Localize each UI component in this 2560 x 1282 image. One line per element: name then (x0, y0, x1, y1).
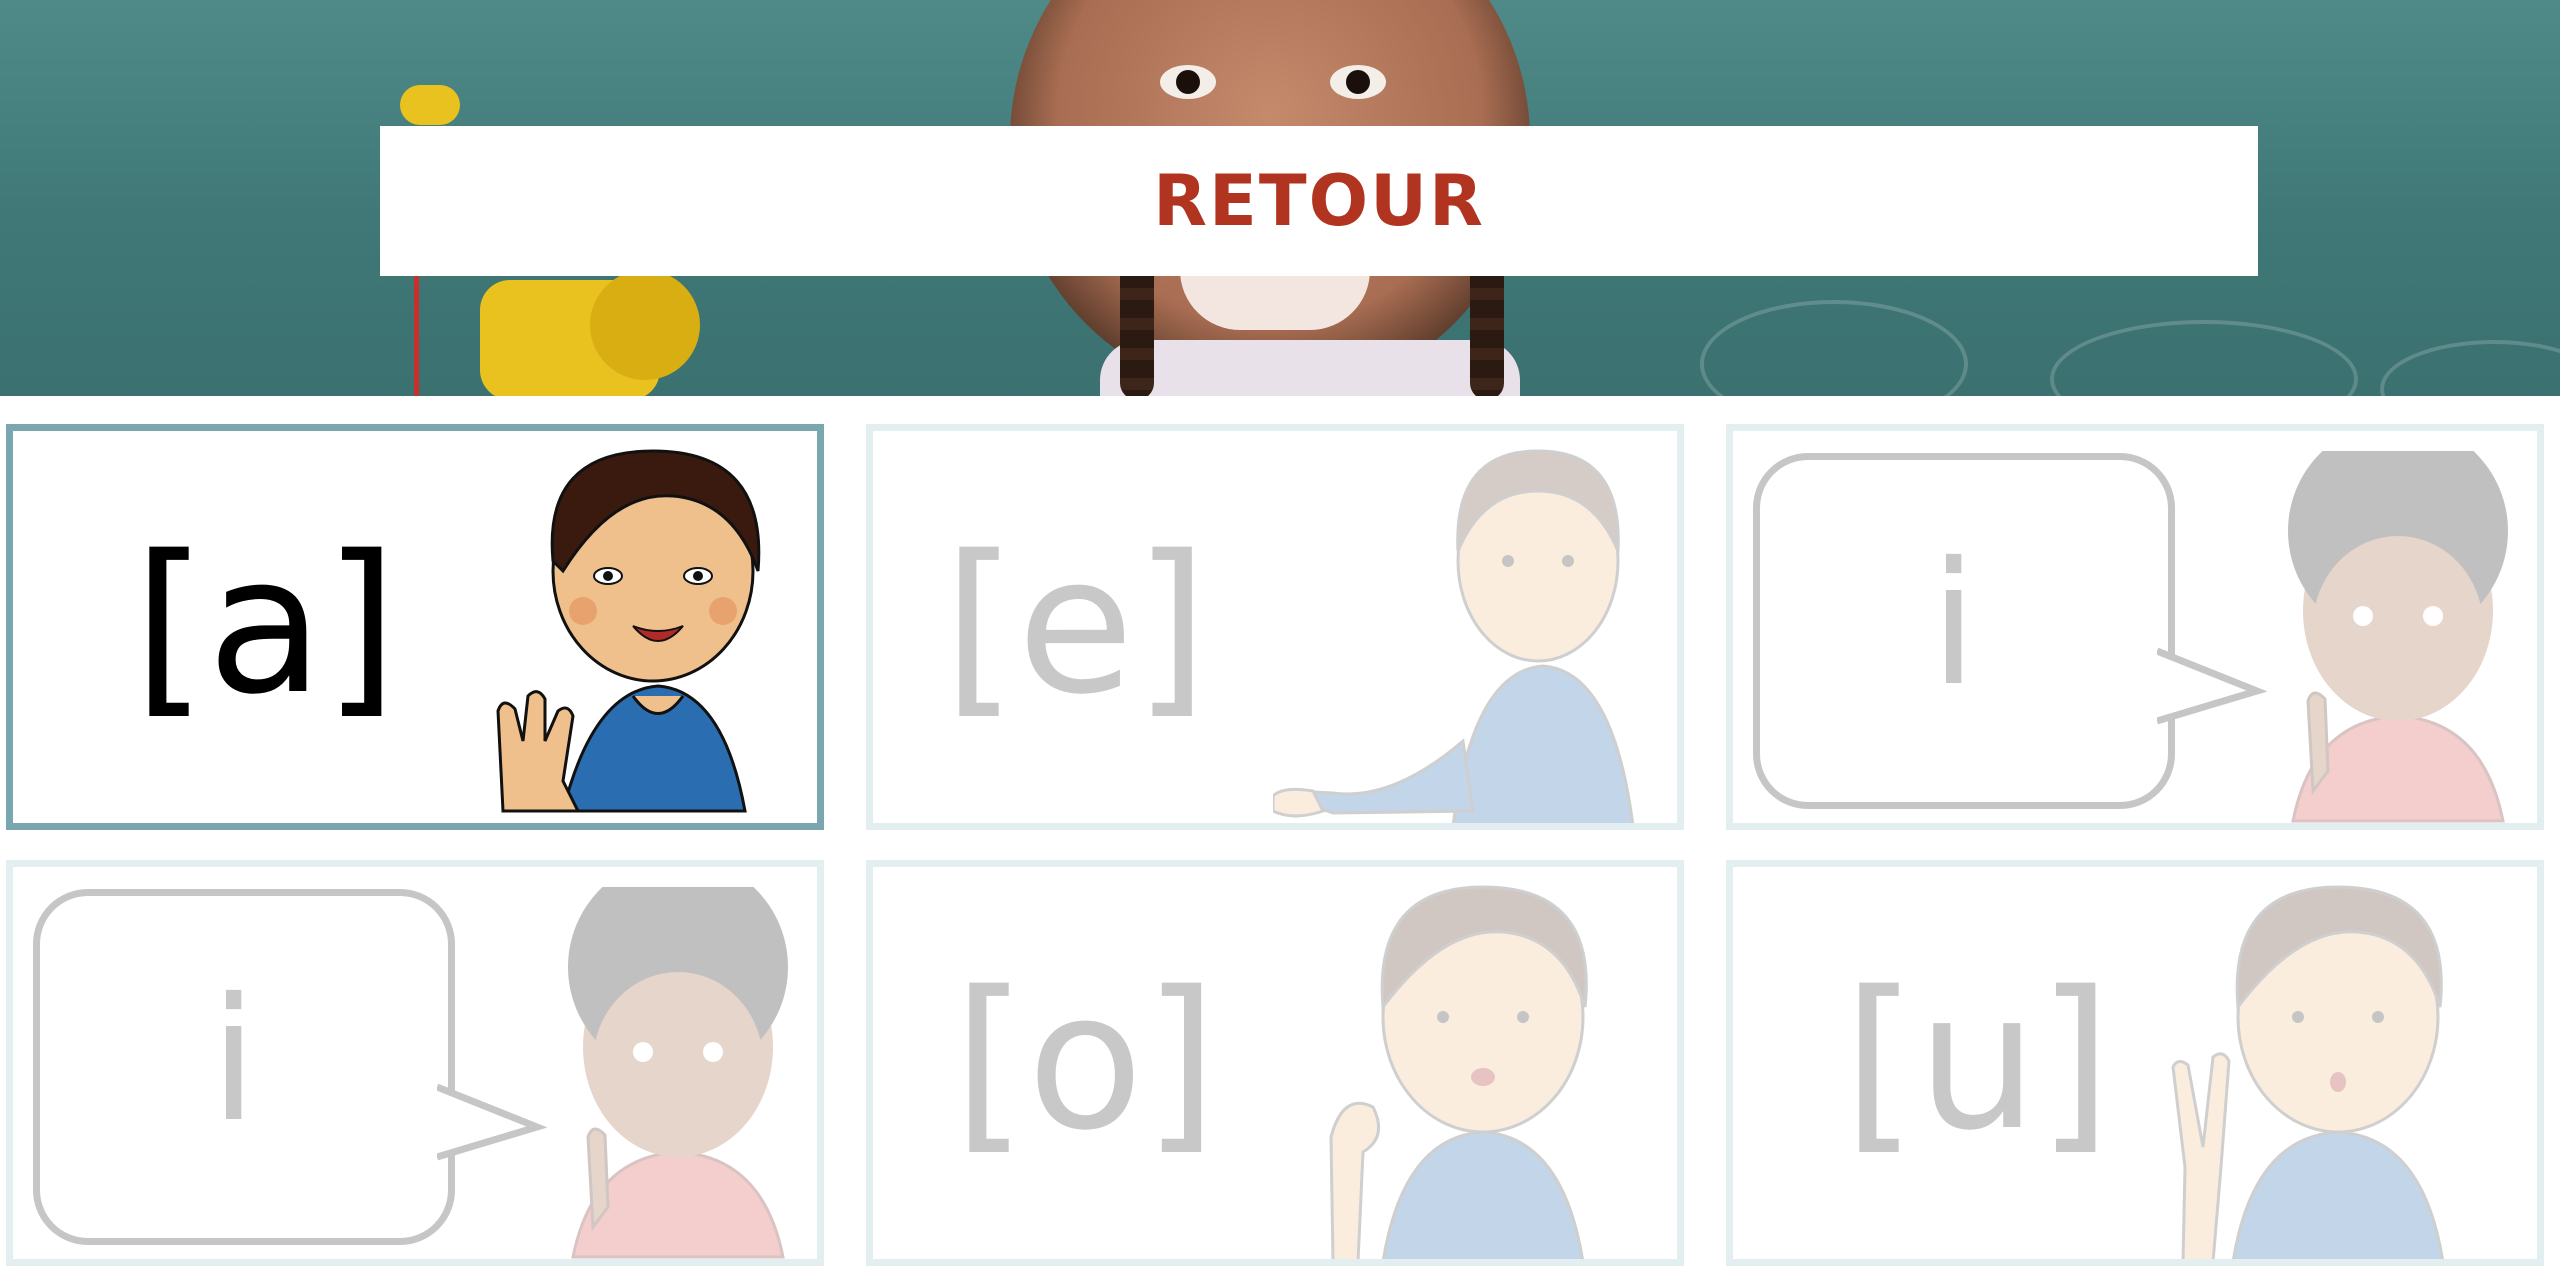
phoneme-label: [u] (1843, 951, 2112, 1172)
phoneme-card-o[interactable]: [o] (866, 860, 1684, 1266)
phoneme-label: i (1930, 526, 1978, 724)
child-mouth (1180, 270, 1370, 330)
toy-string (414, 270, 419, 396)
boy-open-hand-figure (496, 449, 761, 813)
phoneme-label: [o] (953, 951, 1218, 1172)
toy-part (590, 270, 700, 380)
child-collar (1100, 340, 1520, 396)
speech-bubble-tail (2157, 647, 2267, 725)
back-button-label: RETOUR (1153, 160, 1485, 242)
speech-bubble: i (33, 889, 455, 1245)
curly-boy-finger-figure (568, 887, 788, 1259)
phoneme-card-i-top[interactable]: i (1726, 424, 2544, 830)
phoneme-card-u[interactable]: [u] (1726, 860, 2544, 1266)
chalk-mark (1700, 300, 1968, 396)
phoneme-card-i-bottom[interactable]: i (6, 860, 824, 1266)
phoneme-card-a[interactable]: [a] (6, 424, 824, 830)
eye (1160, 65, 1216, 99)
speech-bubble: i (1753, 453, 2175, 809)
eye (1330, 65, 1386, 99)
phoneme-label: i (210, 962, 258, 1160)
phoneme-label: [a] (133, 515, 398, 736)
boy-ok-sign-figure (1329, 885, 1588, 1259)
chalk-mark (2050, 320, 2358, 396)
back-button[interactable]: RETOUR (380, 126, 2258, 276)
chalk-mark (2380, 340, 2560, 396)
phoneme-card-e[interactable]: [e] (866, 424, 1684, 830)
curly-boy-finger-figure (2288, 451, 2508, 823)
boy-pointing-figure (1273, 449, 1635, 823)
phoneme-label: [e] (943, 515, 1209, 736)
boy-two-fingers-figure (2171, 885, 2444, 1259)
toy-part (400, 85, 460, 125)
speech-bubble-tail (437, 1083, 547, 1161)
